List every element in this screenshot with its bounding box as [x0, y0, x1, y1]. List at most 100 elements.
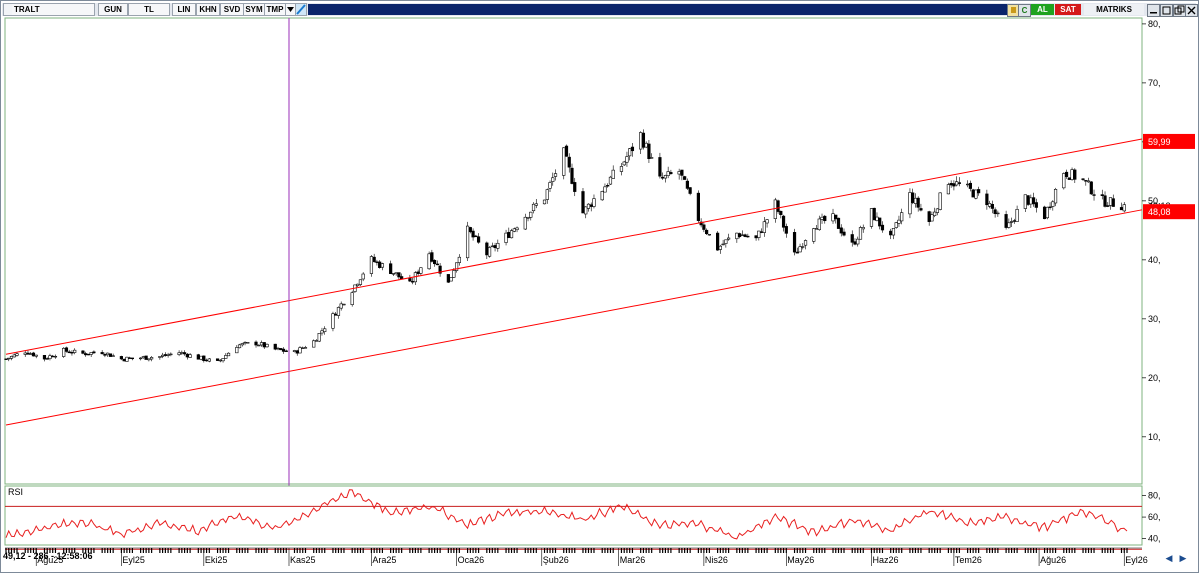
candle-body [781, 215, 786, 228]
candle [858, 225, 863, 240]
candle-body [889, 230, 893, 236]
candle-body [342, 303, 346, 306]
date-ticks: Ağu25 Eyl25 Eki25 Kas25 Ara25 Oca26 Şub26 Mar26… [5, 548, 1148, 566]
candle-body [718, 245, 722, 250]
candle-body [1108, 197, 1113, 206]
candle-body [990, 204, 994, 209]
candle-body [111, 355, 115, 357]
candle-body [996, 212, 1000, 215]
candle-body [850, 234, 854, 243]
candle-body [773, 199, 777, 219]
rsi-title: RSI [8, 487, 23, 497]
candle-body [762, 221, 766, 233]
candle-body [891, 228, 896, 236]
candle-body [551, 177, 555, 182]
candle [427, 251, 431, 270]
scroll-right-button[interactable]: ▶ [1177, 553, 1189, 563]
candle-body [661, 176, 665, 179]
candle [86, 353, 91, 356]
candle-body [29, 353, 33, 355]
candle-body [988, 203, 992, 207]
candle-body [570, 167, 574, 184]
candle-body [427, 253, 431, 270]
candle-body [7, 357, 11, 360]
candle [108, 353, 113, 357]
candle-body [1084, 180, 1088, 182]
candle [1089, 181, 1093, 195]
candle-body [641, 132, 646, 148]
candle [581, 188, 585, 214]
candle-body [273, 343, 277, 350]
candle-body [1100, 194, 1104, 196]
candle-body [73, 349, 77, 353]
candle [1070, 167, 1074, 181]
candle-body [375, 261, 379, 263]
candle-body [792, 232, 797, 253]
candle-body [1053, 189, 1058, 204]
candle-body [581, 191, 585, 214]
candle-body [334, 313, 338, 316]
candle-body [858, 227, 863, 240]
candle-body [408, 278, 412, 282]
candle-body [619, 166, 624, 172]
candle-body [727, 237, 731, 240]
candle-body [820, 216, 824, 220]
candle-body [430, 252, 434, 262]
candle-body [128, 357, 132, 359]
candle-body [237, 344, 242, 349]
candle-body [688, 187, 692, 194]
candle-body [677, 171, 681, 175]
candle-body [512, 228, 516, 232]
candle-body [504, 232, 508, 243]
candle [273, 343, 277, 351]
candle-body [814, 228, 819, 230]
candle-body [141, 356, 145, 359]
candle-body [507, 232, 511, 238]
month-label: Eki25 [205, 555, 228, 565]
candle-body [1122, 204, 1126, 212]
candle [449, 277, 453, 282]
candle-body [831, 213, 835, 222]
candle-body [163, 354, 167, 356]
candle-body [702, 224, 706, 230]
month-label: Ağu26 [1040, 555, 1066, 565]
candle-body [737, 233, 742, 238]
candle-body [644, 142, 648, 148]
candle-body [320, 330, 324, 334]
candle-body [84, 353, 88, 356]
month-label: Tem26 [955, 555, 982, 565]
candle [125, 356, 129, 362]
candle-body [119, 356, 123, 360]
candle-body [81, 350, 85, 354]
candle [1042, 205, 1047, 220]
candle-body [262, 342, 266, 348]
candle-body [358, 279, 363, 285]
candle-body [177, 352, 181, 355]
candle-body [218, 359, 222, 362]
candle-body [721, 243, 725, 246]
candle-body [795, 251, 799, 254]
candle-body [389, 263, 393, 274]
candle [1067, 177, 1071, 180]
candle-body [339, 303, 343, 309]
scroll-left-button[interactable]: ◀ [1163, 553, 1175, 563]
candle-body [369, 256, 374, 274]
chart-canvas[interactable]: 10,20,30,40,50,60,70,80, 59,9949,1248,08… [0, 0, 1199, 573]
candle-body [817, 218, 821, 231]
rsi-panel: RSI 40, 60, 80, [4, 485, 1161, 550]
candle [331, 311, 335, 332]
candle [946, 182, 951, 195]
candle-body [188, 354, 192, 358]
candle-body [394, 272, 398, 275]
month-label: Ara25 [372, 555, 396, 565]
candle-body [312, 340, 316, 348]
candle [62, 347, 66, 358]
candle [122, 358, 126, 362]
candle-body [254, 341, 258, 346]
candle-body [938, 192, 942, 210]
candle [1045, 206, 1049, 220]
candle-body [215, 358, 220, 361]
candle-body [754, 235, 758, 239]
candle-body [224, 355, 228, 359]
candle-body [606, 185, 610, 187]
